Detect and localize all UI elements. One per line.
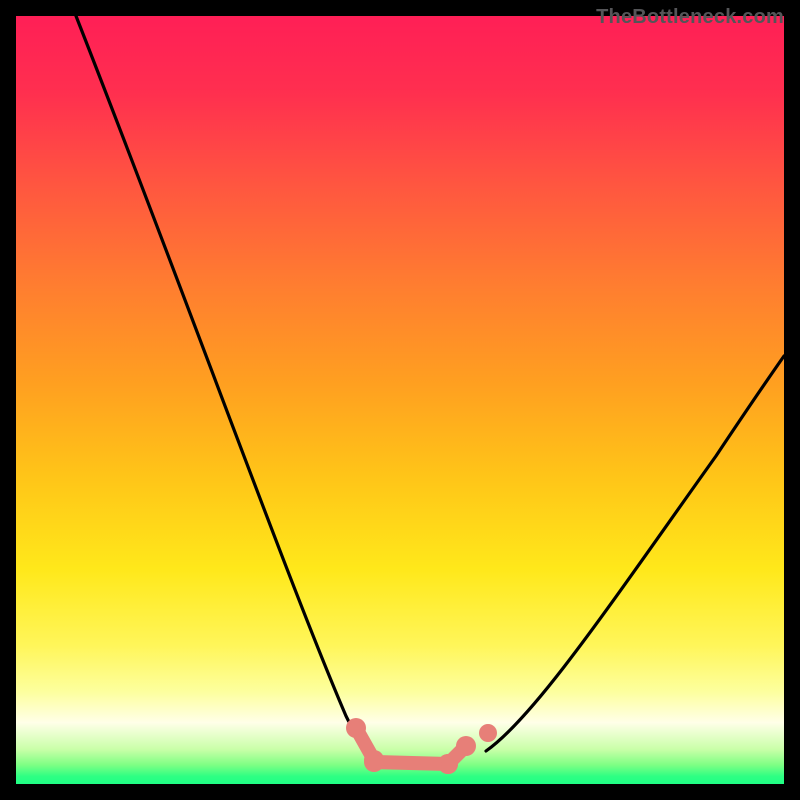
- chart-frame: [16, 16, 784, 784]
- min-flat-seg: [374, 762, 448, 764]
- watermark-text: TheBottleneck.com: [596, 6, 784, 29]
- chart-svg: [16, 16, 784, 784]
- background-gradient: [16, 16, 784, 784]
- min-right-dot: [479, 724, 497, 742]
